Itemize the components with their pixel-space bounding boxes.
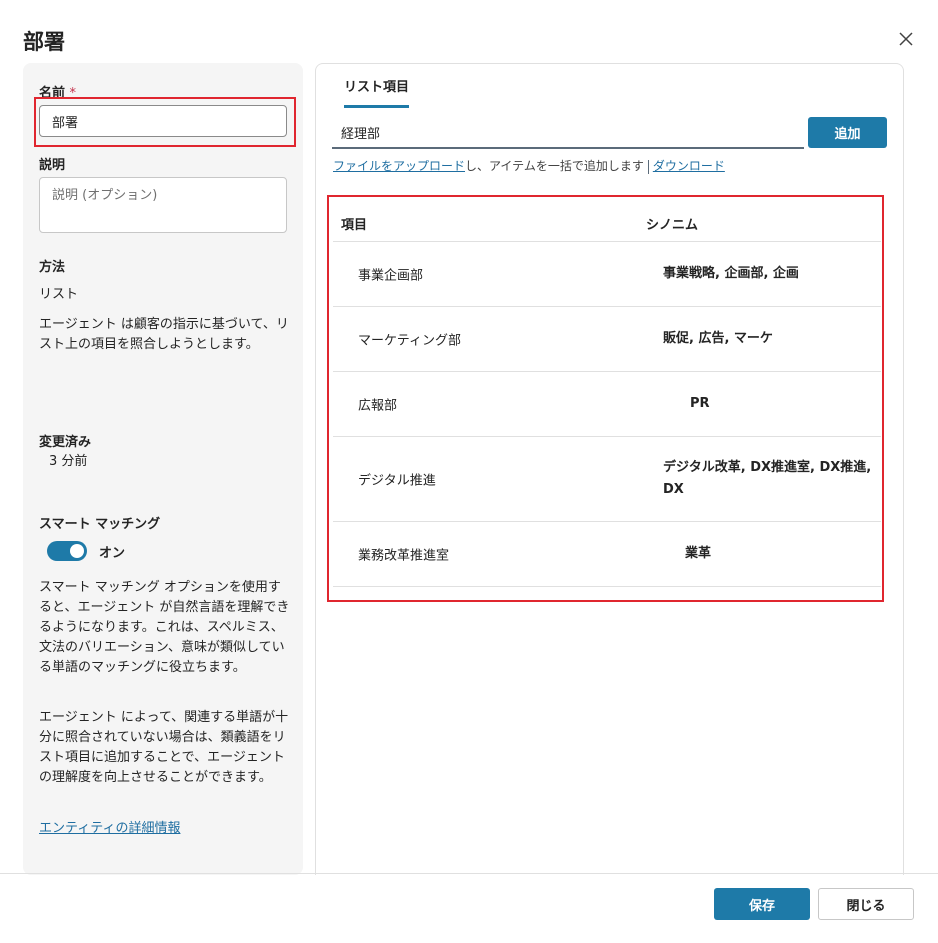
close-icon bbox=[899, 32, 913, 46]
smart-matching-tip: エージェント によって、関連する単語が十分に照合されていない場合は、類義語をリス… bbox=[39, 710, 289, 785]
list-item-input[interactable] bbox=[332, 117, 804, 149]
table-highlight-box bbox=[327, 195, 884, 602]
description-input[interactable] bbox=[39, 177, 287, 233]
upload-file-link[interactable]: ファイルをアップロード bbox=[333, 159, 465, 173]
modified-label: 変更済み bbox=[39, 435, 92, 450]
close-button[interactable] bbox=[893, 26, 919, 52]
modified-value: 3 分前 bbox=[49, 454, 88, 469]
separator bbox=[647, 159, 649, 174]
method-label: 方法 bbox=[39, 260, 66, 275]
dialog-title: 部署 bbox=[23, 30, 65, 54]
smart-matching-description: スマート マッチング オプションを使用すると、エージェント が自然言語を理解でき… bbox=[39, 580, 290, 675]
download-link[interactable]: ダウンロード bbox=[653, 159, 725, 173]
smart-matching-label: スマート マッチング bbox=[39, 517, 161, 532]
save-button[interactable]: 保存 bbox=[714, 888, 810, 920]
upload-line: ファイルをアップロードし、アイテムを一括で追加します ダウンロード bbox=[333, 157, 725, 174]
close-footer-button[interactable]: 閉じる bbox=[818, 888, 914, 920]
footer-divider bbox=[0, 873, 938, 874]
method-value: リスト bbox=[39, 287, 79, 302]
description-label: 説明 bbox=[39, 158, 66, 173]
properties-panel: 名前 * 説明 方法 リスト エージェント は顧客の指示に基づいて、リスト上の項… bbox=[23, 63, 303, 875]
tab-list-items[interactable]: リスト項目 bbox=[344, 76, 410, 108]
smart-matching-state: オン bbox=[99, 546, 126, 561]
upload-text: し、アイテムを一括で追加します bbox=[465, 159, 644, 173]
smart-matching-toggle[interactable] bbox=[47, 541, 87, 561]
toggle-knob bbox=[70, 544, 84, 558]
entity-details-link[interactable]: エンティティの詳細情報 bbox=[39, 819, 180, 839]
add-button[interactable]: 追加 bbox=[808, 117, 887, 148]
method-description: エージェント は顧客の指示に基づいて、リスト上の項目を照合しようとします。 bbox=[39, 317, 289, 352]
name-highlight-box bbox=[34, 97, 296, 147]
